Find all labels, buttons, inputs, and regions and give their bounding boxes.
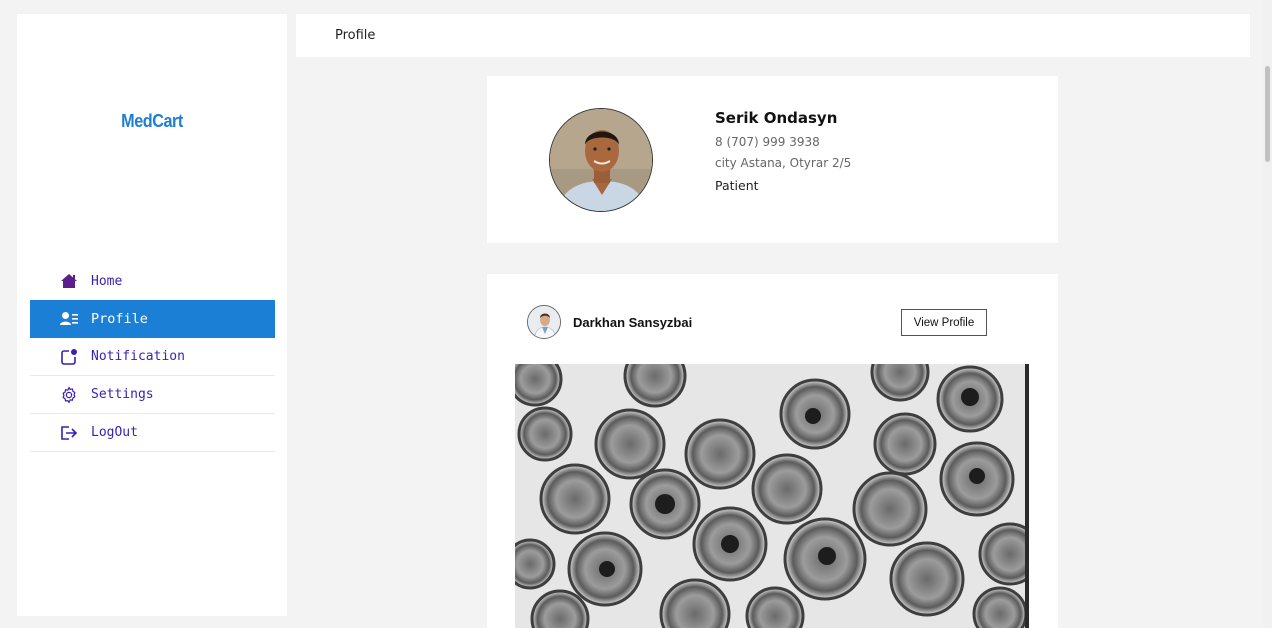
sidebar-item-label: Notification <box>91 349 185 364</box>
sidebar-item-label: Profile <box>91 310 148 327</box>
sidebar-item-home[interactable]: Home <box>30 262 275 300</box>
logout-icon <box>60 424 78 442</box>
post-author-avatar[interactable] <box>527 305 561 339</box>
avatar <box>549 108 653 212</box>
notification-icon <box>60 348 78 366</box>
sidebar-item-label: Settings <box>91 387 154 402</box>
profile-info: Serik Ondasyn 8 (707) 999 3938 city Asta… <box>715 109 851 193</box>
post-image <box>515 364 1029 628</box>
scrollbar-thumb[interactable] <box>1265 66 1270 162</box>
app-window: MedCart Home Profile Notification Settin… <box>0 0 1272 628</box>
gear-icon <box>60 386 78 404</box>
view-profile-button[interactable]: View Profile <box>901 309 987 336</box>
profile-name: Serik Ondasyn <box>715 109 838 127</box>
sidebar-item-notification[interactable]: Notification <box>30 338 275 376</box>
sidebar-item-settings[interactable]: Settings <box>30 376 275 414</box>
user-list-icon <box>60 310 78 328</box>
profile-role: Patient <box>715 178 759 193</box>
sidebar-item-logout[interactable]: LogOut <box>30 414 275 452</box>
profile-phone: 8 (707) 999 3938 <box>715 135 820 149</box>
sidebar-item-label: LogOut <box>91 425 138 440</box>
sidebar-item-profile[interactable]: Profile <box>30 300 275 338</box>
sidebar-nav: Home Profile Notification Settings LogOu… <box>30 262 275 452</box>
sidebar-item-label: Home <box>91 273 123 289</box>
post-card: Darkhan Sansyzbai View Profile <box>487 274 1058 628</box>
sidebar: MedCart Home Profile Notification Settin… <box>17 14 287 616</box>
page-scrollbar[interactable] <box>1263 0 1272 628</box>
brand-logo[interactable]: MedCart <box>31 111 274 132</box>
post-author-name[interactable]: Darkhan Sansyzbai <box>573 315 692 330</box>
home-icon <box>60 272 78 290</box>
top-header: Profile <box>296 14 1250 57</box>
page-title: Profile <box>335 28 376 43</box>
profile-card: Serik Ondasyn 8 (707) 999 3938 city Asta… <box>487 76 1058 243</box>
profile-address: city Astana, Otyrar 2/5 <box>715 156 852 170</box>
